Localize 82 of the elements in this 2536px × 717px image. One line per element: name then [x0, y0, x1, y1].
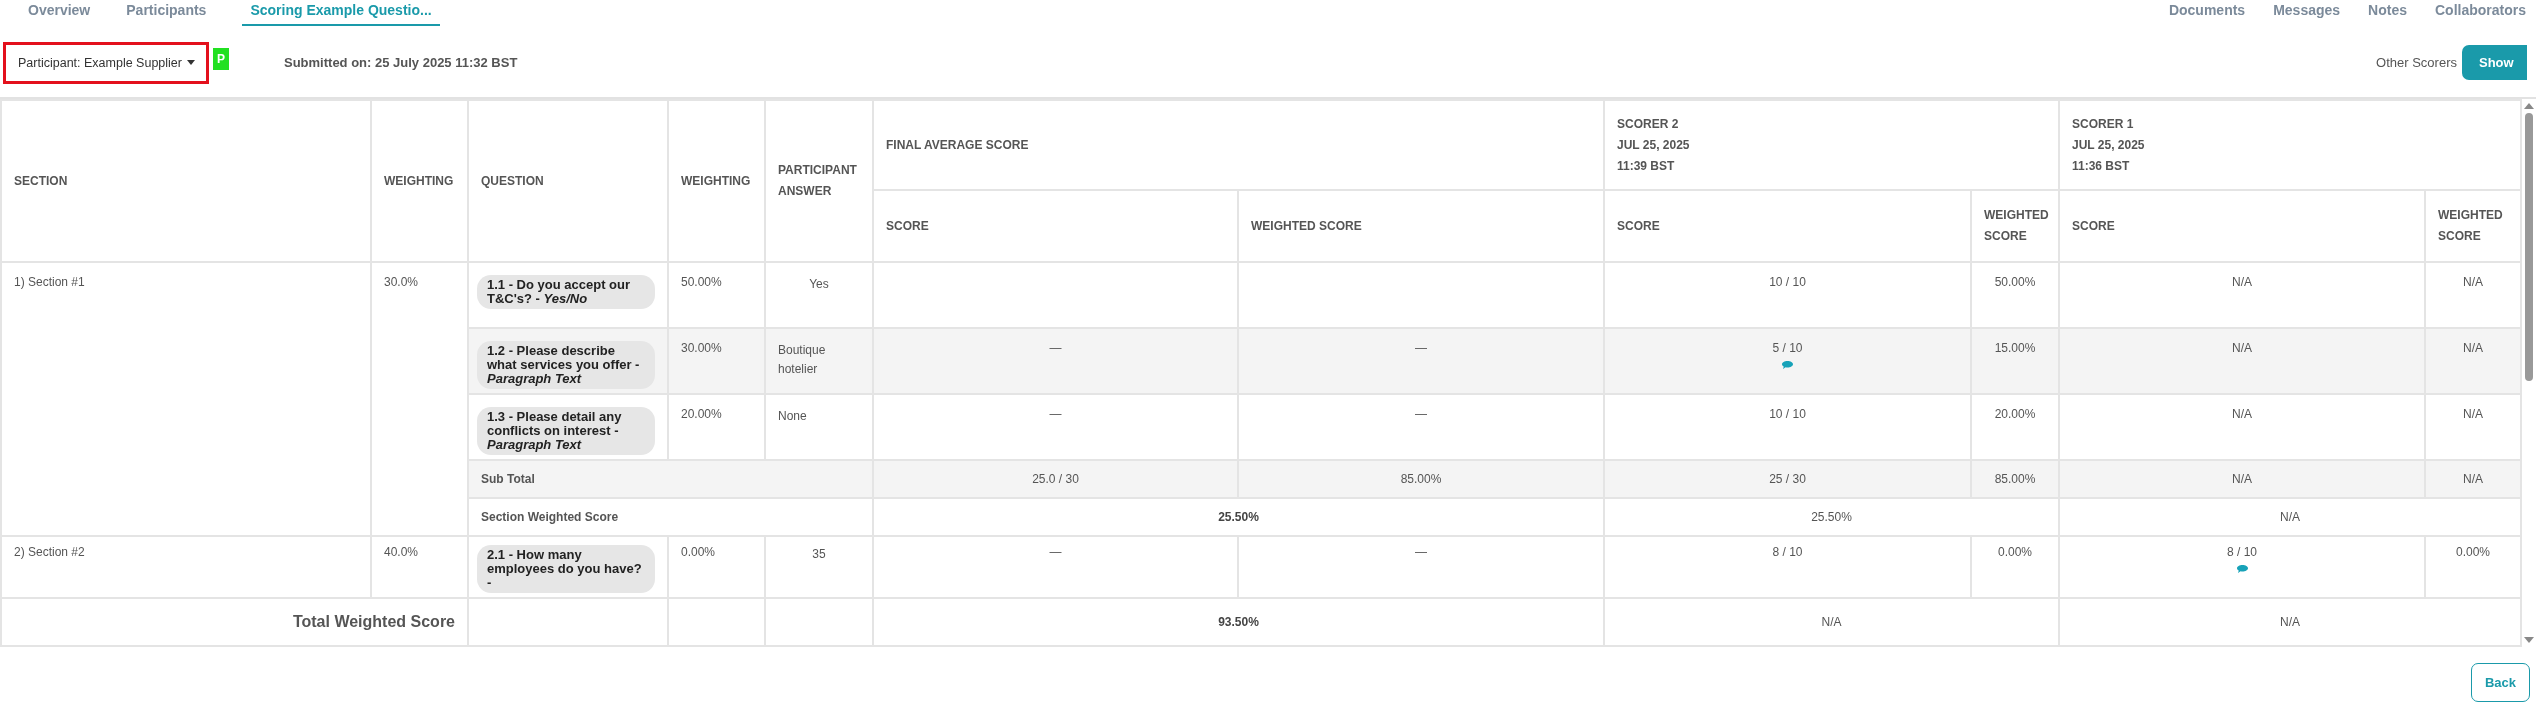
scroll-down-icon[interactable] — [2524, 637, 2534, 643]
section-name: 2) Section #2 — [14, 545, 85, 559]
weighted-score: 85.00% — [1400, 472, 1442, 486]
subtotal-label: Sub Total — [481, 472, 535, 486]
column-header: WEIGHTING — [668, 100, 765, 262]
table-cell: 30.0% — [384, 275, 419, 289]
column-header: WEIGHTING — [371, 100, 468, 262]
scroll-up-icon[interactable] — [2524, 103, 2534, 109]
weighted-score: N/A — [2463, 341, 2483, 355]
score-value: 5 / 10 — [1772, 341, 1803, 355]
weighted-score: — — [1415, 545, 1427, 559]
score-value: N/A — [2232, 341, 2252, 355]
total-label: Total Weighted Score — [292, 613, 455, 630]
weighted-score: 50.00% — [1994, 275, 2036, 289]
submitted-date: Submitted on: 25 July 2025 11:32 BST — [284, 55, 518, 70]
weighted-score: 85.00% — [1994, 472, 2036, 486]
column-header: PARTICIPANT ANSWER — [765, 100, 873, 262]
section-weighted-value: 25.50% — [1811, 510, 1852, 524]
score-value: — — [1049, 545, 1062, 559]
status-badge: P — [213, 47, 229, 70]
column-header: SECTION — [1, 100, 371, 262]
nav-link[interactable]: Documents — [2168, 0, 2246, 18]
weighted-score: 0.00% — [2456, 545, 2490, 559]
total-value: 93.50% — [1218, 615, 1259, 629]
caret-icon — [187, 60, 195, 65]
weighted-score: N/A — [2463, 407, 2483, 421]
column-header: WEIGHTED SCORE — [2425, 190, 2521, 262]
group-header: SCORER 1 JUL 25, 2025 11:36 BST — [2059, 100, 2521, 190]
score-value: 25 / 30 — [1769, 472, 1806, 486]
participant-answer: 35 — [812, 546, 826, 563]
column-header: QUESTION — [468, 100, 668, 262]
nav-link[interactable]: Messages — [2273, 0, 2341, 18]
column-header: SCORE — [1604, 190, 1971, 262]
scroll-thumb[interactable] — [2525, 113, 2533, 381]
table-cell: 20.00% — [681, 407, 722, 421]
weighted-score: — — [1415, 341, 1427, 355]
participant-answer: None — [778, 408, 807, 425]
section-weighted-value: N/A — [2280, 510, 2300, 524]
column-header: WEIGHTED SCORE — [1238, 190, 1604, 262]
weighted-score: N/A — [2463, 275, 2483, 289]
group-header: FINAL AVERAGE SCORE — [873, 100, 1604, 190]
score-value: 10 / 10 — [1769, 275, 1806, 289]
back-button[interactable]: Back — [2470, 663, 2530, 702]
total-value: N/A — [1821, 615, 1842, 629]
score-value: 25.0 / 30 — [1032, 472, 1079, 486]
table-cell: 40.0% — [384, 545, 419, 559]
total-value: N/A — [2280, 615, 2300, 629]
section-weighted-value: 25.50% — [1218, 510, 1259, 524]
tab[interactable]: Participants — [126, 0, 207, 26]
participant-answer: Boutique hotelier — [778, 342, 827, 378]
section-name: 1) Section #1 — [14, 275, 85, 289]
tab[interactable]: Overview — [28, 0, 91, 26]
column-header: SCORE — [873, 190, 1238, 262]
table-cell: 50.00% — [681, 275, 722, 289]
score-value: — — [1049, 341, 1062, 355]
weighted-score: N/A — [2463, 472, 2483, 486]
section-weighted-label: Section Weighted Score — [481, 510, 619, 524]
weighted-score: 20.00% — [1994, 407, 2036, 421]
column-header: WEIGHTED SCORE — [1971, 190, 2059, 262]
participant-answer: Yes — [809, 276, 829, 293]
score-value: 8 / 10 — [2227, 545, 2257, 559]
nav-link[interactable]: Notes — [2368, 0, 2407, 18]
tab[interactable]: Scoring Example Questio... — [242, 0, 440, 26]
table-cell: 30.00% — [681, 341, 722, 355]
score-value: — — [1049, 407, 1062, 421]
weighted-score: — — [1415, 407, 1427, 421]
question-label: 1.1 - Do you accept our T&C's? - Yes/No — [477, 275, 655, 309]
weighted-score: 0.00% — [1998, 545, 2032, 559]
score-value: 10 / 10 — [1769, 407, 1806, 421]
group-header: SCORER 2 JUL 25, 2025 11:39 BST — [1604, 100, 2059, 190]
score-value: N/A — [2232, 407, 2252, 421]
question-label: 2.1 - How many employees do you have? - — [477, 545, 655, 593]
score-value: N/A — [2232, 472, 2252, 486]
weighted-score: 15.00% — [1994, 341, 2036, 355]
other-scorers-label: Other Scorers — [2376, 55, 2457, 70]
question-label: 1.2 - Please describe what services you offer - Paragraph Text — [477, 341, 655, 389]
table-cell: 0.00% — [681, 545, 716, 559]
score-value: 8 / 10 — [1772, 545, 1803, 559]
question-label: 1.3 - Please detail any conflicts on interest - Paragraph Text — [477, 407, 655, 455]
nav-link[interactable]: Collaborators — [2435, 0, 2526, 18]
column-header: SCORE — [2059, 190, 2425, 262]
score-value: N/A — [2232, 275, 2252, 289]
